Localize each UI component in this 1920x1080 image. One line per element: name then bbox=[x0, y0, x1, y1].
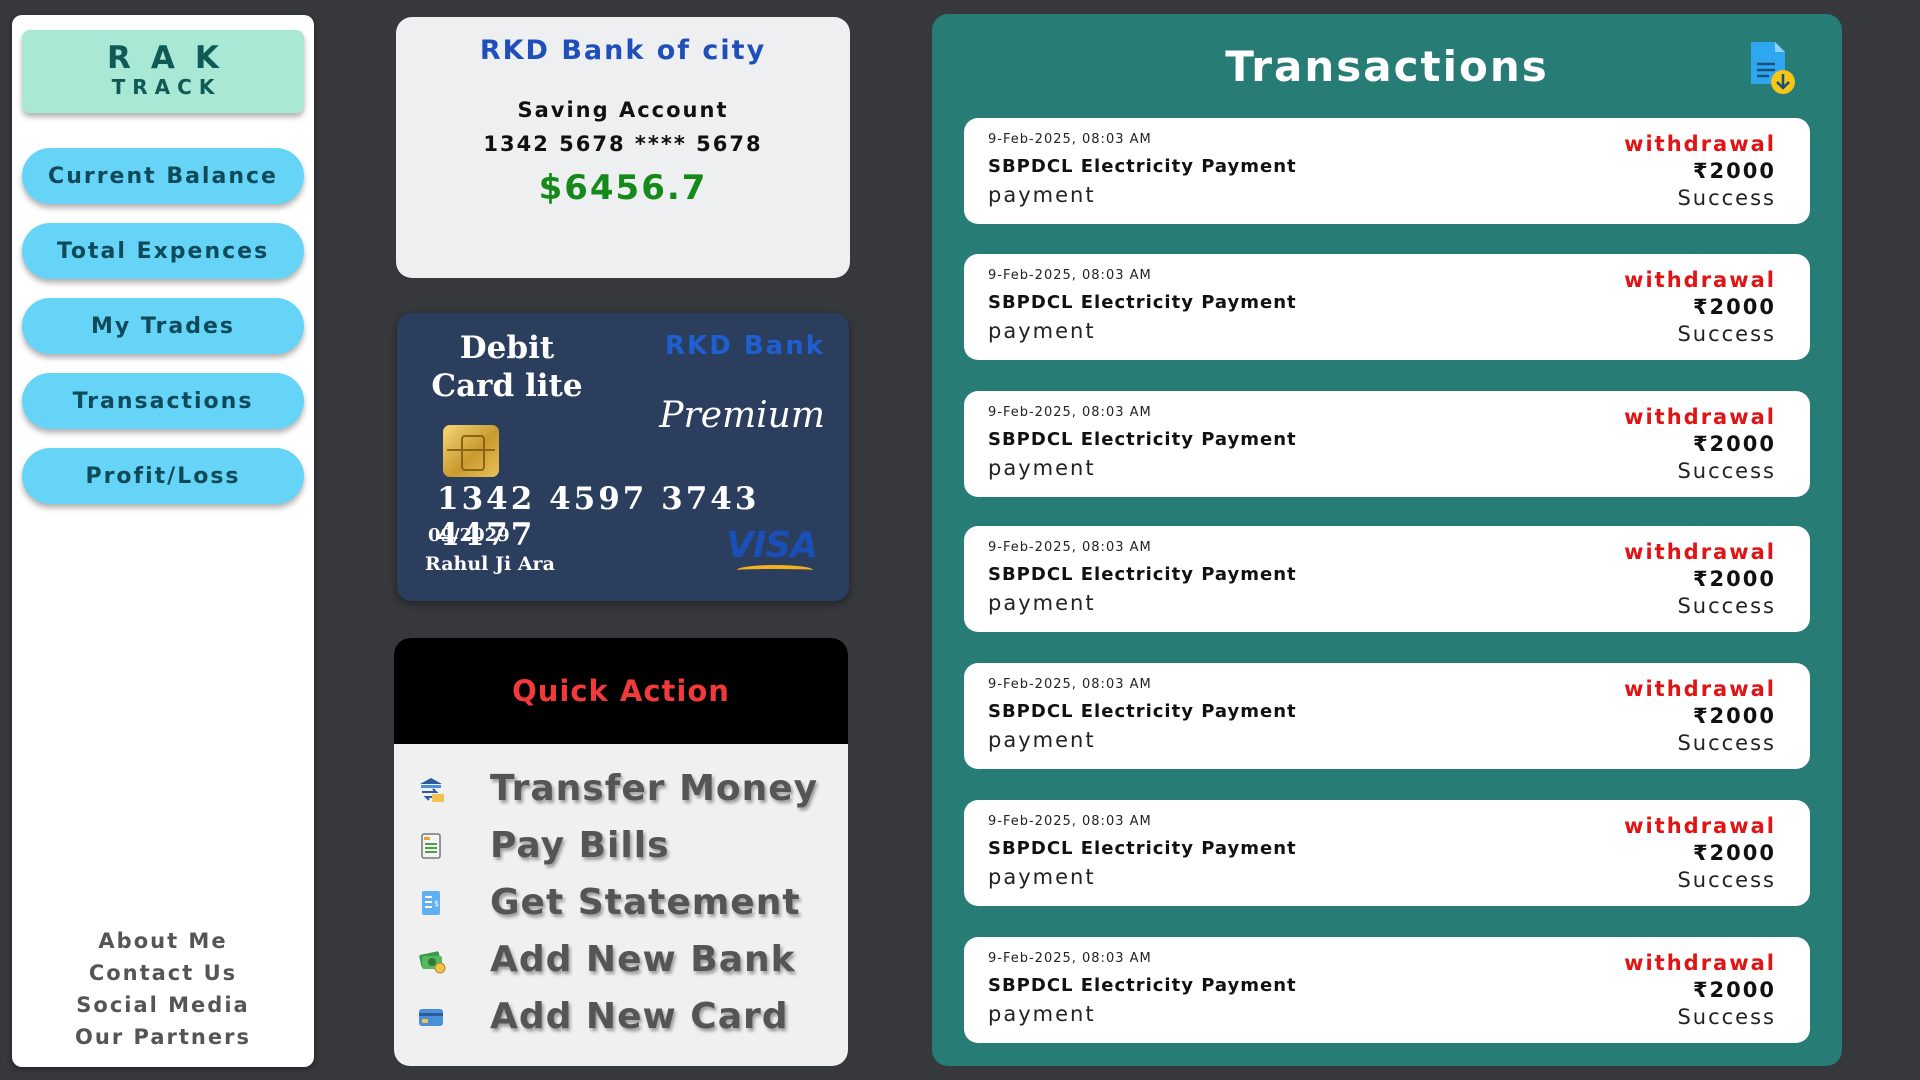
sidebar: RAK TRACK Current Balance Total Expences… bbox=[12, 15, 314, 1067]
transaction-amount: ₹2000 bbox=[1692, 704, 1776, 728]
get-statement-button[interactable]: $ Get Statement bbox=[394, 874, 848, 931]
transaction-category: payment bbox=[988, 1002, 1096, 1026]
transaction-type: withdrawal bbox=[1624, 540, 1776, 564]
transaction-name: SBPDCL Electricity Payment bbox=[988, 156, 1297, 177]
sidebar-footer: About Me Contact Us Social Media Our Par… bbox=[12, 925, 314, 1053]
bill-icon bbox=[421, 832, 441, 859]
download-document-icon[interactable] bbox=[1745, 40, 1797, 96]
transaction-time: 9-Feb-2025, 08:03 AM bbox=[988, 268, 1152, 283]
transactions-title: Transactions bbox=[1225, 42, 1549, 91]
nav-total-expences-button[interactable]: Total Expences bbox=[22, 223, 304, 279]
add-new-bank-button[interactable]: Add New Bank bbox=[394, 931, 848, 988]
transaction-amount: ₹2000 bbox=[1692, 978, 1776, 1002]
account-type: Saving Account bbox=[517, 98, 729, 122]
transaction-name: SBPDCL Electricity Payment bbox=[988, 429, 1297, 450]
social-media-link[interactable]: Social Media bbox=[12, 989, 314, 1021]
transaction-status: Success bbox=[1677, 1005, 1776, 1029]
transaction-status: Success bbox=[1677, 868, 1776, 892]
transaction-time: 9-Feb-2025, 08:03 AM bbox=[988, 405, 1152, 420]
bank-name: RKD Bank of city bbox=[479, 35, 767, 66]
logo-title: RAK bbox=[107, 40, 239, 76]
transaction-category: payment bbox=[988, 591, 1096, 615]
transaction-status: Success bbox=[1677, 731, 1776, 755]
add-new-bank-label: Add New Bank bbox=[490, 939, 796, 980]
transaction-status: Success bbox=[1677, 186, 1776, 210]
debit-card[interactable]: Debit Card lite RKD Bank Premium 1342 45… bbox=[397, 313, 849, 601]
quick-action-title: Quick Action bbox=[394, 638, 848, 744]
statement-icon: $ bbox=[422, 890, 440, 915]
transaction-time: 9-Feb-2025, 08:03 AM bbox=[988, 677, 1152, 692]
pay-bills-label: Pay Bills bbox=[490, 825, 670, 866]
transaction-name: SBPDCL Electricity Payment bbox=[988, 292, 1297, 313]
get-statement-label: Get Statement bbox=[490, 882, 801, 923]
svg-text:$: $ bbox=[434, 899, 439, 908]
account-balance: $6456.7 bbox=[538, 168, 708, 208]
transfer-money-label: Transfer Money bbox=[490, 768, 819, 809]
transaction-amount: ₹2000 bbox=[1692, 567, 1776, 591]
transfer-money-button[interactable]: Transfer Money bbox=[394, 760, 848, 817]
transaction-category: payment bbox=[988, 865, 1096, 889]
bank-money-icon bbox=[419, 950, 446, 973]
nav-transactions-button[interactable]: Transactions bbox=[22, 373, 304, 429]
app-logo[interactable]: RAK TRACK bbox=[22, 30, 304, 113]
contact-us-link[interactable]: Contact Us bbox=[12, 957, 314, 989]
account-number: 1342 5678 **** 5678 bbox=[483, 132, 763, 156]
transaction-category: payment bbox=[988, 183, 1096, 207]
transaction-time: 9-Feb-2025, 08:03 AM bbox=[988, 132, 1152, 147]
transaction-item[interactable]: 9-Feb-2025, 08:03 AM SBPDCL Electricity … bbox=[964, 118, 1810, 224]
quick-action-panel: Quick Action Transfer Money Pay Bills $ … bbox=[394, 638, 848, 1066]
transaction-amount: ₹2000 bbox=[1692, 159, 1776, 183]
transaction-name: SBPDCL Electricity Payment bbox=[988, 701, 1297, 722]
transaction-item[interactable]: 9-Feb-2025, 08:03 AM SBPDCL Electricity … bbox=[964, 663, 1810, 769]
card-bank-name: RKD Bank bbox=[665, 331, 825, 361]
logo-subtitle: TRACK bbox=[111, 75, 222, 99]
transaction-category: payment bbox=[988, 456, 1096, 480]
visa-swoosh-icon bbox=[737, 565, 813, 575]
card-chip-icon bbox=[443, 425, 499, 477]
transaction-name: SBPDCL Electricity Payment bbox=[988, 975, 1297, 996]
our-partners-link[interactable]: Our Partners bbox=[12, 1021, 314, 1053]
transaction-status: Success bbox=[1677, 459, 1776, 483]
transaction-time: 9-Feb-2025, 08:03 AM bbox=[988, 951, 1152, 966]
transaction-amount: ₹2000 bbox=[1692, 295, 1776, 319]
transaction-amount: ₹2000 bbox=[1692, 432, 1776, 456]
card-tier: Premium bbox=[659, 395, 825, 436]
card-holder-name: Rahul Ji Ara bbox=[425, 553, 555, 575]
transaction-time: 9-Feb-2025, 08:03 AM bbox=[988, 540, 1152, 555]
transaction-status: Success bbox=[1677, 322, 1776, 346]
transaction-item[interactable]: 9-Feb-2025, 08:03 AM SBPDCL Electricity … bbox=[964, 391, 1810, 497]
nav-my-trades-button[interactable]: My Trades bbox=[22, 298, 304, 354]
card-expiry: 09/2029 bbox=[428, 525, 510, 546]
transaction-time: 9-Feb-2025, 08:03 AM bbox=[988, 814, 1152, 829]
transaction-type: withdrawal bbox=[1624, 951, 1776, 975]
transaction-type: withdrawal bbox=[1624, 268, 1776, 292]
nav-current-balance-button[interactable]: Current Balance bbox=[22, 148, 304, 204]
pay-bills-button[interactable]: Pay Bills bbox=[394, 817, 848, 874]
transactions-panel: Transactions 9-Feb-2025, 08:03 AM SBPDCL… bbox=[932, 14, 1842, 1066]
transaction-type: withdrawal bbox=[1624, 405, 1776, 429]
nav-profit-loss-button[interactable]: Profit/Loss bbox=[22, 448, 304, 504]
card-title: Debit Card lite bbox=[431, 330, 583, 404]
transaction-item[interactable]: 9-Feb-2025, 08:03 AM SBPDCL Electricity … bbox=[964, 526, 1810, 632]
transfer-money-icon bbox=[420, 777, 444, 802]
transaction-item[interactable]: 9-Feb-2025, 08:03 AM SBPDCL Electricity … bbox=[964, 937, 1810, 1043]
transaction-status: Success bbox=[1677, 594, 1776, 618]
transaction-category: payment bbox=[988, 728, 1096, 752]
transaction-name: SBPDCL Electricity Payment bbox=[988, 838, 1297, 859]
visa-logo: VISA bbox=[725, 525, 818, 566]
transaction-type: withdrawal bbox=[1624, 677, 1776, 701]
transaction-type: withdrawal bbox=[1624, 814, 1776, 838]
transaction-category: payment bbox=[988, 319, 1096, 343]
quick-action-list: Transfer Money Pay Bills $ Get Statement bbox=[394, 744, 848, 1045]
add-new-card-button[interactable]: Add New Card bbox=[394, 988, 848, 1045]
transaction-item[interactable]: 9-Feb-2025, 08:03 AM SBPDCL Electricity … bbox=[964, 254, 1810, 360]
transaction-type: withdrawal bbox=[1624, 132, 1776, 156]
account-summary-card: RKD Bank of city Saving Account 1342 567… bbox=[396, 17, 850, 278]
transaction-item[interactable]: 9-Feb-2025, 08:03 AM SBPDCL Electricity … bbox=[964, 800, 1810, 906]
credit-card-icon bbox=[419, 1008, 443, 1026]
transaction-amount: ₹2000 bbox=[1692, 841, 1776, 865]
about-me-link[interactable]: About Me bbox=[12, 925, 314, 957]
add-new-card-label: Add New Card bbox=[490, 996, 789, 1037]
transaction-name: SBPDCL Electricity Payment bbox=[988, 564, 1297, 585]
